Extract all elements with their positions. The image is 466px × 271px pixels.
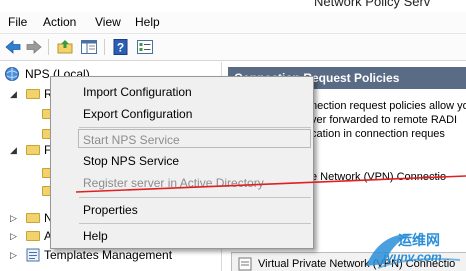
window-title: Network Policy Serv <box>314 0 431 9</box>
properties-icon[interactable] <box>136 38 154 56</box>
folder-icon <box>26 213 40 223</box>
toolbar-separator <box>104 39 105 55</box>
folder-icon <box>26 145 40 155</box>
collapse-triangle-icon[interactable]: ▷ <box>10 213 17 224</box>
menu-item-register-server[interactable]: Register server in Active Directory <box>83 176 264 190</box>
tree-node-policies[interactable]: ◢ F <box>10 142 51 160</box>
help-icon[interactable]: ? <box>112 38 130 56</box>
expand-triangle-icon[interactable]: ◢ <box>10 89 17 100</box>
description-line: nection request policies allow yo <box>311 100 466 112</box>
templates-icon <box>26 248 40 265</box>
menu-item-help[interactable]: Help <box>83 229 108 243</box>
menu-item-stop-nps-service[interactable]: Stop NPS Service <box>83 154 179 168</box>
context-menu: Import Configuration Export Configuratio… <box>50 76 314 249</box>
menu-item-properties[interactable]: Properties <box>83 203 138 217</box>
description-line: cation in connection reques <box>311 128 445 140</box>
collapse-triangle-icon[interactable]: ▷ <box>10 231 17 242</box>
title-bar: Network Policy Serv <box>0 0 466 12</box>
tree-node-templates-management[interactable]: ▷ Templates Management <box>10 247 210 265</box>
menu-separator <box>79 223 311 224</box>
show-hide-tree-icon[interactable] <box>80 38 98 56</box>
policy-icon <box>238 257 252 271</box>
menu-separator <box>79 197 311 198</box>
folder-icon <box>26 231 40 241</box>
collapse-triangle-icon[interactable]: ▷ <box>10 250 17 261</box>
menu-help[interactable]: Help <box>135 15 160 29</box>
menu-view[interactable]: View <box>95 15 121 29</box>
nps-server-icon <box>4 66 20 85</box>
vpn-policy-text[interactable]: e Network (VPN) Connectio <box>311 171 446 183</box>
folder-icon <box>26 89 40 99</box>
menu-action[interactable]: Action <box>43 15 76 29</box>
forward-arrow-icon[interactable] <box>25 38 43 56</box>
tree-label-templates-management: Templates Management <box>44 248 173 262</box>
menu-item-start-nps-service[interactable]: Start NPS Service <box>83 133 180 147</box>
description-line: ver forwarded to remote RADI <box>311 114 458 126</box>
menu-item-import-configuration[interactable]: Import Configuration <box>83 85 192 99</box>
menu-item-export-configuration[interactable]: Export Configuration <box>83 107 192 121</box>
menu-separator <box>79 127 311 128</box>
svg-text:?: ? <box>117 41 124 55</box>
watermark-url: iyunv.com <box>383 250 442 264</box>
watermark-text: 运维网 <box>398 232 440 248</box>
menu-file[interactable]: File <box>8 15 27 29</box>
expand-triangle-icon[interactable]: ◢ <box>10 145 17 156</box>
up-folder-icon[interactable] <box>56 38 74 56</box>
tree-node-nap[interactable]: ▷ N <box>10 210 53 228</box>
tree-node-radius-clients[interactable]: ◢ R <box>10 86 53 104</box>
menu-bar: File Action View Help <box>0 12 466 34</box>
toolbar: ? <box>0 34 466 61</box>
toolbar-separator <box>48 39 49 55</box>
tree-node-accounting[interactable]: ▷ A <box>10 228 52 246</box>
back-arrow-icon[interactable] <box>4 38 22 56</box>
